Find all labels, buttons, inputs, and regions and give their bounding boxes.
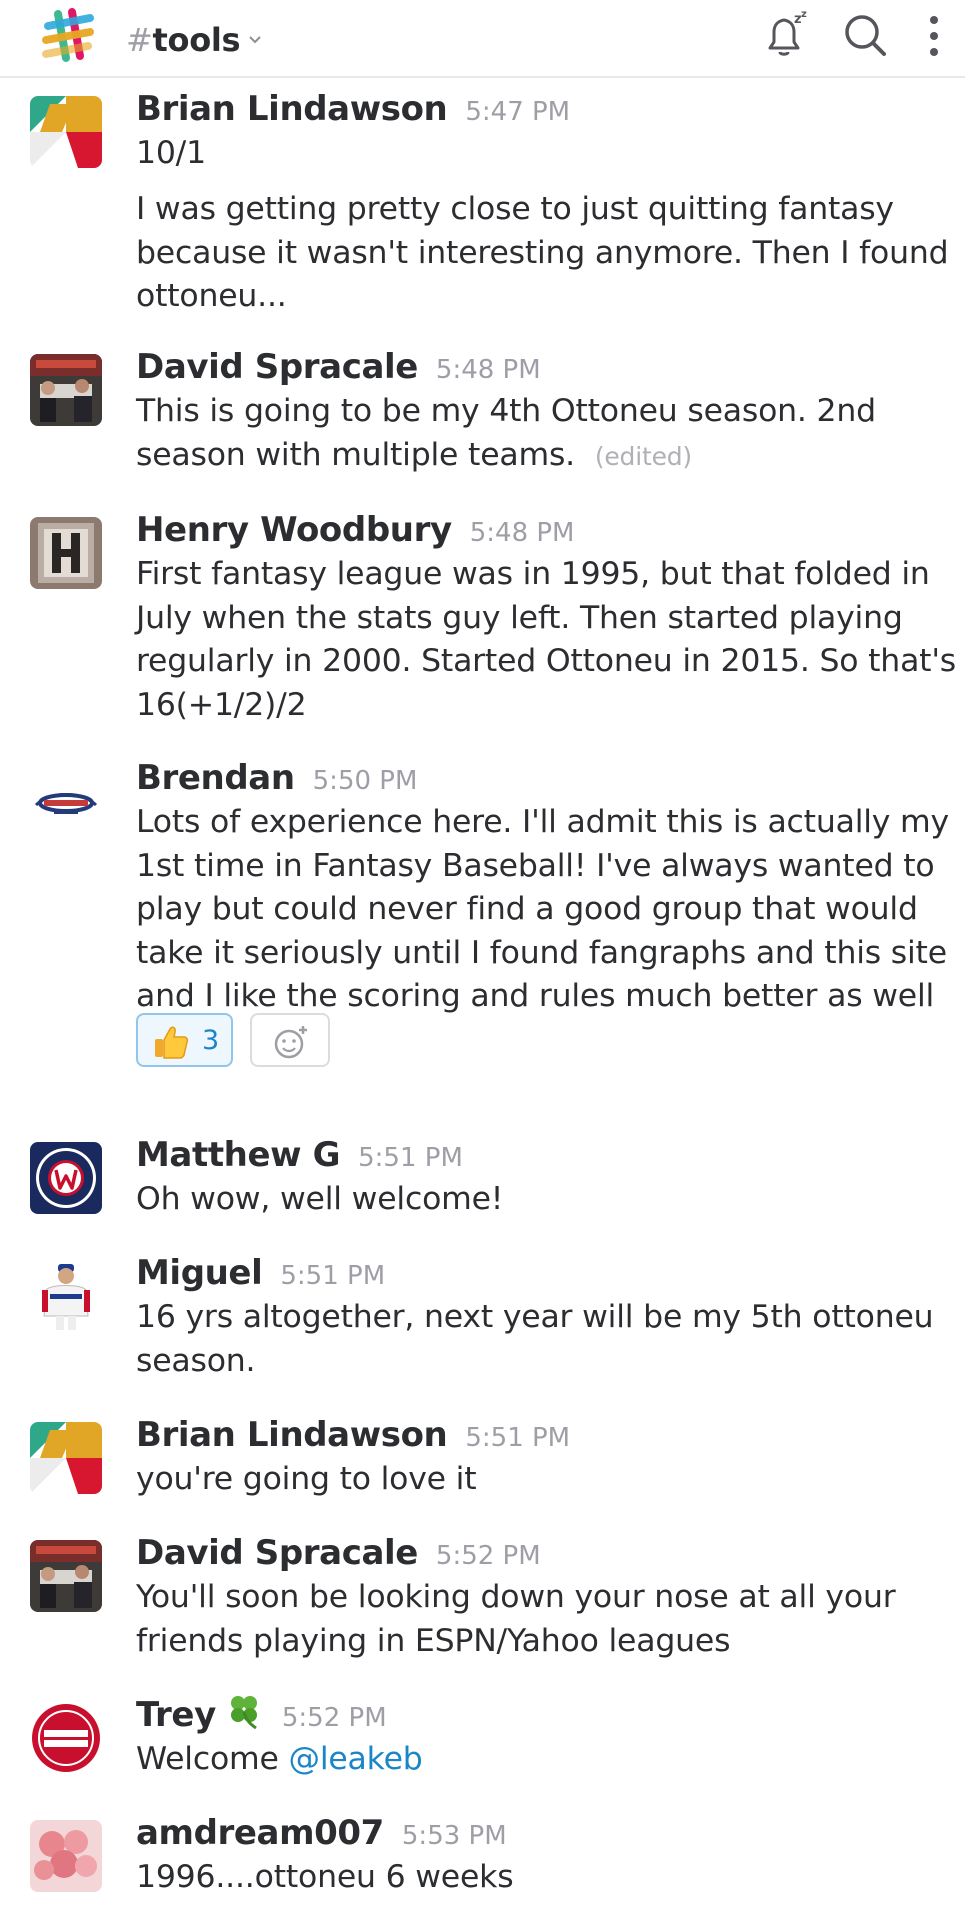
reaction-count: 3 (202, 1025, 220, 1056)
avatar[interactable] (30, 1260, 102, 1332)
message-meta: David Spracale 5:52 PM (136, 1530, 541, 1582)
add-reaction-button[interactable] (250, 1013, 330, 1067)
message-text: 10/1 (136, 135, 206, 171)
message-text-content: Welcome (136, 1741, 289, 1777)
avatar[interactable] (30, 765, 102, 837)
author-name[interactable]: amdream007 (136, 1813, 384, 1853)
message-text: This is going to be my 4th Ottoneu seaso… (136, 390, 956, 478)
avatar[interactable] (30, 1820, 102, 1892)
message-meta: David Spracale 5:48 PM (136, 344, 541, 396)
avatar[interactable] (30, 1540, 102, 1612)
timestamp[interactable]: 5:47 PM (465, 97, 570, 127)
timestamp[interactable]: 5:53 PM (402, 1821, 507, 1851)
search-icon[interactable] (838, 8, 894, 64)
avatar[interactable] (30, 1702, 102, 1774)
message-meta: Henry Woodbury 5:48 PM (136, 507, 574, 559)
author-name[interactable]: Brendan (136, 758, 295, 798)
message-text: You'll soon be looking down your nose at… (136, 1579, 896, 1659)
author-name[interactable]: Brian Lindawson (136, 89, 448, 129)
author-name[interactable]: David Spracale (136, 347, 418, 387)
avatar[interactable] (30, 354, 102, 426)
message-meta: Brendan 5:50 PM (136, 755, 417, 807)
timestamp[interactable]: 5:48 PM (470, 518, 575, 548)
message-meta: Brian Lindawson 5:51 PM (136, 1412, 570, 1464)
channel-hash: # (126, 21, 153, 59)
channel-switcher[interactable]: #tools (126, 14, 262, 60)
more-vertical-icon[interactable] (906, 8, 962, 64)
timestamp[interactable]: 5:50 PM (313, 766, 418, 796)
author-name[interactable]: Matthew G (136, 1135, 341, 1175)
slack-logo-icon[interactable] (36, 4, 100, 68)
timestamp[interactable]: 5:51 PM (358, 1143, 463, 1173)
timestamp[interactable]: 5:51 PM (280, 1261, 385, 1291)
chevron-down-icon (248, 14, 262, 54)
author-name[interactable]: Trey (136, 1695, 216, 1735)
avatar[interactable] (30, 1422, 102, 1494)
message-meta: Matthew G 5:51 PM (136, 1132, 463, 1184)
author-name[interactable]: Brian Lindawson (136, 1415, 448, 1455)
message-meta: amdream007 5:53 PM (136, 1810, 507, 1862)
message-text: you're going to love it (136, 1461, 477, 1497)
timestamp[interactable]: 5:52 PM (282, 1703, 387, 1733)
message-text: First fantasy league was in 1995, but th… (136, 556, 956, 723)
timestamp[interactable]: 5:48 PM (436, 355, 541, 385)
message-meta: Brian Lindawson 5:47 PM (136, 86, 570, 138)
message-text: 16 yrs altogether, next year will be my … (136, 1299, 934, 1379)
add-reaction-icon (274, 1026, 307, 1059)
author-name[interactable]: Henry Woodbury (136, 510, 452, 550)
message-text-content: This is going to be my 4th Ottoneu seaso… (136, 393, 876, 473)
avatar[interactable] (30, 1142, 102, 1214)
message-text: Oh wow, well welcome! (136, 1181, 504, 1217)
top-bar: #tools z z (0, 0, 965, 78)
message-text: 1996....ottoneu 6 weeks (136, 1859, 514, 1895)
reaction-thumbs-up[interactable]: 3 (136, 1013, 233, 1067)
avatar[interactable] (30, 517, 102, 589)
edited-label: (edited) (594, 441, 692, 471)
message-text: Lots of experience here. I'll admit this… (136, 804, 949, 1014)
thumbs-up-icon (152, 1023, 190, 1061)
snooze-bell-icon[interactable]: z z (756, 8, 812, 64)
channel-name: tools (152, 21, 241, 59)
user-mention-link[interactable]: @leakeb (289, 1741, 423, 1777)
author-name[interactable]: David Spracale (136, 1533, 418, 1573)
message-text: I was getting pretty close to just quitt… (136, 191, 949, 314)
avatar[interactable] (30, 96, 102, 168)
svg-text:z: z (801, 9, 807, 20)
message-text: Welcome @leakeb (136, 1738, 956, 1782)
timestamp[interactable]: 5:51 PM (465, 1423, 570, 1453)
author-name[interactable]: Miguel (136, 1253, 263, 1293)
timestamp[interactable]: 5:52 PM (436, 1541, 541, 1571)
message-meta: Miguel 5:51 PM (136, 1250, 385, 1302)
